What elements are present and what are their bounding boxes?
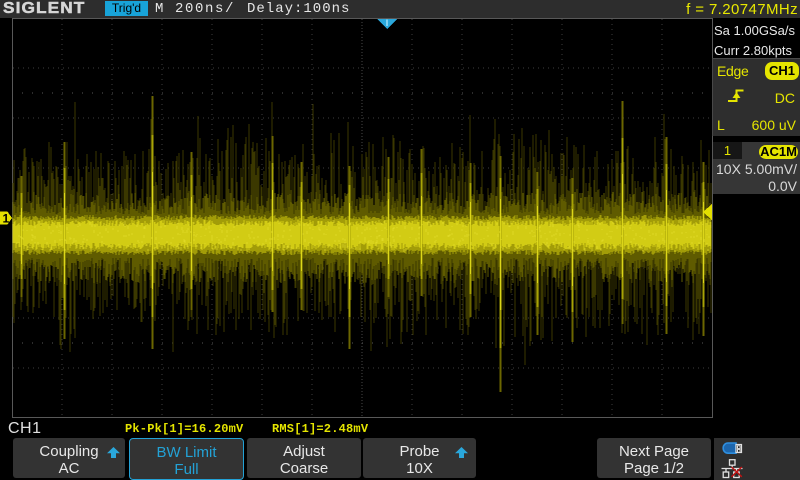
svg-text:1: 1 (3, 212, 10, 226)
